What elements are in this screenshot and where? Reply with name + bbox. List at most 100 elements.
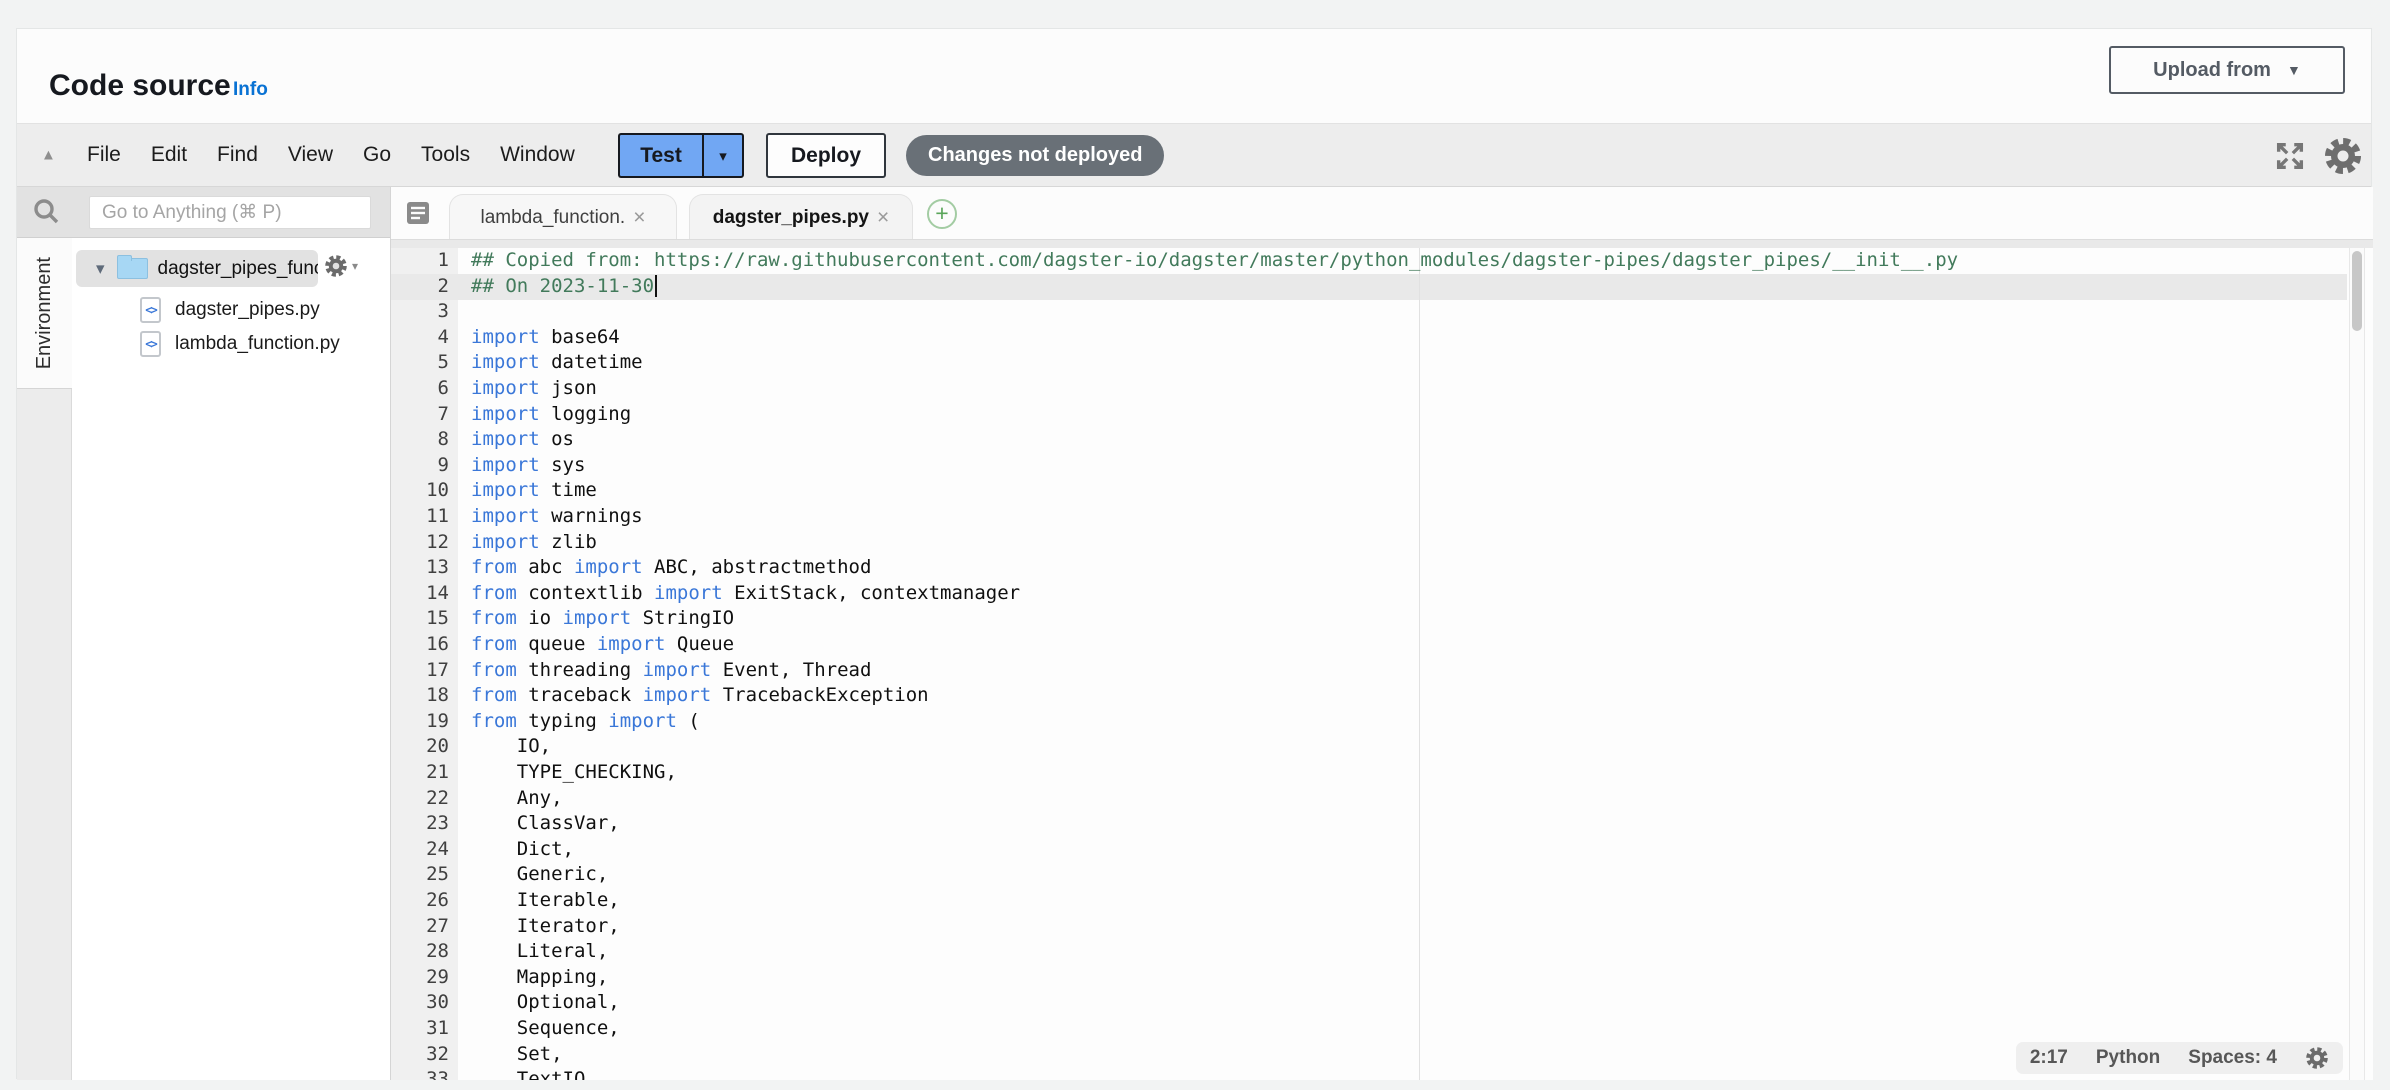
- code-editor-area[interactable]: 1 ## Copied from: https://raw.githubuserc…: [391, 248, 2373, 1080]
- tree-settings-gear-icon[interactable]: ▾: [324, 254, 358, 278]
- code-line[interactable]: ## Copied from: https://raw.githubuserco…: [471, 248, 1958, 274]
- line-number[interactable]: 11: [391, 504, 449, 530]
- test-dropdown-button[interactable]: ▾: [702, 133, 744, 178]
- code-line[interactable]: Dict,: [471, 837, 574, 863]
- vertical-scrollbar[interactable]: [2349, 248, 2365, 1080]
- code-line[interactable]: from traceback import TracebackException: [471, 683, 929, 709]
- info-link[interactable]: Info: [233, 79, 268, 101]
- line-number[interactable]: 26: [391, 888, 449, 914]
- collapse-pane-icon[interactable]: ▲: [41, 147, 56, 164]
- menu-item-file[interactable]: File: [87, 143, 121, 167]
- indentation-setting[interactable]: Spaces: 4: [2188, 1047, 2277, 1069]
- line-number[interactable]: 29: [391, 965, 449, 991]
- tab-list-icon[interactable]: [405, 200, 431, 231]
- code-line[interactable]: Optional,: [471, 990, 620, 1016]
- code-line[interactable]: import os: [471, 427, 574, 453]
- line-number[interactable]: 25: [391, 862, 449, 888]
- close-icon[interactable]: ×: [877, 206, 889, 230]
- code-line[interactable]: from io import StringIO: [471, 606, 734, 632]
- line-number[interactable]: 22: [391, 786, 449, 812]
- line-number[interactable]: 19: [391, 709, 449, 735]
- line-number[interactable]: 7: [391, 402, 449, 428]
- code-line[interactable]: Sequence,: [471, 1016, 620, 1042]
- code-line[interactable]: Iterator,: [471, 914, 620, 940]
- code-line[interactable]: import sys: [471, 453, 585, 479]
- code-line[interactable]: from abc import ABC, abstractmethod: [471, 555, 871, 581]
- line-number[interactable]: 18: [391, 683, 449, 709]
- code-line[interactable]: Iterable,: [471, 888, 620, 914]
- code-line[interactable]: Set,: [471, 1042, 563, 1068]
- tree-folder-row[interactable]: ▾ dagster_pipes_funct: [76, 250, 318, 287]
- line-number[interactable]: 17: [391, 658, 449, 684]
- line-number[interactable]: 21: [391, 760, 449, 786]
- line-number[interactable]: 6: [391, 376, 449, 402]
- status-gear-icon[interactable]: [2305, 1046, 2329, 1070]
- code-line[interactable]: Literal,: [471, 939, 608, 965]
- line-number[interactable]: 8: [391, 427, 449, 453]
- line-number[interactable]: 14: [391, 581, 449, 607]
- menu-item-find[interactable]: Find: [217, 143, 258, 167]
- code-line[interactable]: IO,: [471, 734, 551, 760]
- line-number[interactable]: 23: [391, 811, 449, 837]
- disclosure-caret-icon[interactable]: ▾: [96, 259, 105, 279]
- menu-item-tools[interactable]: Tools: [421, 143, 470, 167]
- code-line[interactable]: import warnings: [471, 504, 643, 530]
- line-number[interactable]: 24: [391, 837, 449, 863]
- environment-tab[interactable]: Environment: [17, 238, 72, 389]
- line-number[interactable]: 10: [391, 478, 449, 504]
- line-number[interactable]: 32: [391, 1042, 449, 1068]
- code-line[interactable]: TYPE_CHECKING,: [471, 760, 677, 786]
- line-number[interactable]: 27: [391, 914, 449, 940]
- code-line[interactable]: import time: [471, 478, 597, 504]
- code-line[interactable]: Generic,: [471, 862, 608, 888]
- line-number[interactable]: 9: [391, 453, 449, 479]
- code-line[interactable]: Any,: [471, 786, 563, 812]
- code-line[interactable]: import base64: [471, 325, 620, 351]
- close-icon[interactable]: ×: [633, 206, 645, 230]
- tree-file-row[interactable]: <>lambda_function.py: [72, 327, 390, 361]
- line-number[interactable]: 20: [391, 734, 449, 760]
- code-line[interactable]: import zlib: [471, 530, 597, 556]
- code-line[interactable]: from contextlib import ExitStack, contex…: [471, 581, 1020, 607]
- line-number[interactable]: 15: [391, 606, 449, 632]
- code-line[interactable]: Mapping,: [471, 965, 608, 991]
- line-number[interactable]: 3: [391, 299, 449, 325]
- code-line[interactable]: import datetime: [471, 350, 643, 376]
- line-number[interactable]: 33: [391, 1067, 449, 1080]
- code-line[interactable]: TextIO: [471, 1067, 585, 1080]
- tab-dagster-pipes[interactable]: dagster_pipes.py ×: [689, 194, 913, 240]
- line-number[interactable]: 16: [391, 632, 449, 658]
- line-number[interactable]: 4: [391, 325, 449, 351]
- cursor-position[interactable]: 2:17: [2030, 1047, 2068, 1069]
- line-number[interactable]: 12: [391, 530, 449, 556]
- scrollbar-thumb[interactable]: [2352, 251, 2362, 331]
- language-mode[interactable]: Python: [2096, 1047, 2160, 1069]
- menu-item-view[interactable]: View: [288, 143, 333, 167]
- line-number[interactable]: 13: [391, 555, 449, 581]
- line-number[interactable]: 30: [391, 990, 449, 1016]
- code-line[interactable]: from queue import Queue: [471, 632, 734, 658]
- fullscreen-icon[interactable]: [2273, 139, 2307, 178]
- code-line[interactable]: ## On 2023-11-30: [471, 274, 657, 300]
- code-line[interactable]: import json: [471, 376, 597, 402]
- deploy-button[interactable]: Deploy: [766, 133, 886, 178]
- code-line[interactable]: from typing import (: [471, 709, 700, 735]
- line-number[interactable]: 31: [391, 1016, 449, 1042]
- goto-anything-input[interactable]: [89, 196, 371, 229]
- menu-item-edit[interactable]: Edit: [151, 143, 187, 167]
- new-tab-plus-icon[interactable]: +: [927, 199, 957, 229]
- line-number[interactable]: 2: [391, 274, 449, 300]
- test-button[interactable]: Test: [618, 133, 702, 178]
- code-line[interactable]: from threading import Event, Thread: [471, 658, 871, 684]
- line-number[interactable]: 28: [391, 939, 449, 965]
- settings-gear-icon[interactable]: [2323, 136, 2363, 181]
- tab-lambda-function[interactable]: lambda_function. ×: [449, 194, 677, 240]
- upload-from-button[interactable]: Upload from ▼: [2109, 46, 2345, 94]
- code-line[interactable]: import logging: [471, 402, 631, 428]
- line-number[interactable]: 1: [391, 248, 449, 274]
- code-line[interactable]: ClassVar,: [471, 811, 620, 837]
- tree-file-row[interactable]: <>dagster_pipes.py: [72, 293, 390, 327]
- menu-item-go[interactable]: Go: [363, 143, 391, 167]
- line-number[interactable]: 5: [391, 350, 449, 376]
- menu-item-window[interactable]: Window: [500, 143, 575, 167]
